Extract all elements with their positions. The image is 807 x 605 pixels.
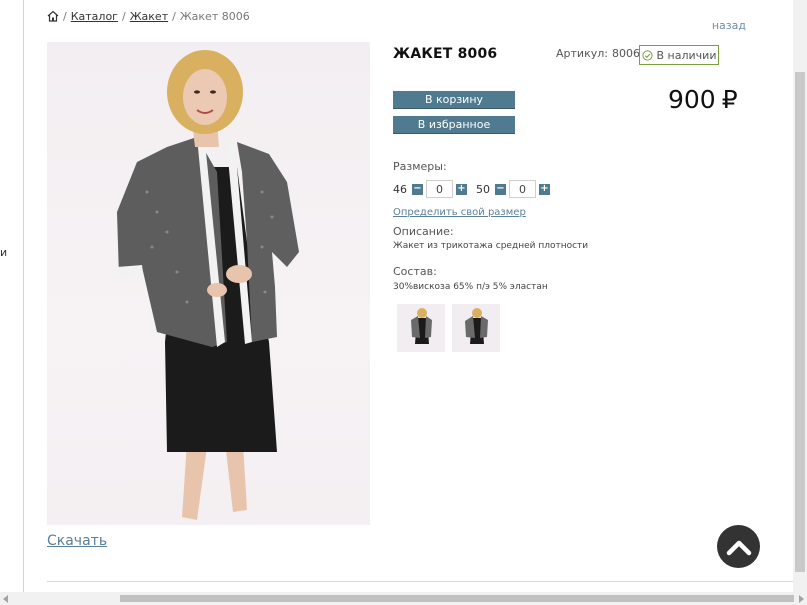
stock-badge: В наличии [639, 45, 719, 65]
product-thumbnail[interactable] [397, 304, 445, 352]
size-selector-46: 46 − 0 + [393, 179, 467, 199]
product-photo[interactable] [47, 42, 370, 525]
sku-label: Артикул: [556, 47, 608, 60]
product-title: ЖАКЕТ 8006 [393, 46, 498, 62]
plus-icon[interactable]: + [539, 183, 550, 195]
price: 900 ₽ [668, 85, 738, 114]
breadcrumb-jacket-link[interactable]: Жакет [130, 10, 168, 23]
composition-label: Состав: [393, 265, 437, 278]
clipped-edge-text: и [0, 246, 8, 259]
currency-sign: ₽ [721, 85, 738, 114]
product-thumbnail[interactable] [452, 304, 500, 352]
stock-text: В наличии [656, 48, 717, 62]
breadcrumb: / Каталог / Жакет / Жакет 8006 [47, 8, 250, 24]
breadcrumb-catalog-link[interactable]: Каталог [71, 10, 118, 23]
description-text: Жакет из трикотажа средней плотности [393, 241, 589, 251]
price-value: 900 [668, 85, 716, 114]
size-guide-link[interactable]: Определить свой размер [393, 207, 526, 218]
sku-value: 8006 [611, 47, 640, 60]
quantity-input[interactable]: 0 [509, 180, 536, 198]
home-icon[interactable] [47, 10, 59, 22]
download-link[interactable]: Скачать [47, 533, 107, 549]
breadcrumb-separator: / [63, 9, 67, 23]
minus-icon[interactable]: − [412, 183, 423, 195]
size-number: 50 [476, 182, 490, 196]
horizontal-scrollbar-thumb[interactable] [120, 595, 794, 602]
add-to-cart-button[interactable]: В корзину [393, 91, 515, 108]
bottom-divider [47, 581, 793, 582]
breadcrumb-separator: / [172, 9, 176, 23]
description-label: Описание: [393, 225, 454, 238]
size-number: 46 [393, 182, 407, 196]
scroll-left-arrow-icon[interactable] [3, 595, 8, 603]
back-link[interactable]: назад [712, 19, 746, 32]
left-divider [23, 0, 24, 592]
scroll-right-arrow-icon[interactable] [799, 595, 804, 603]
scroll-to-top-button[interactable] [717, 525, 760, 568]
chevron-up-icon [726, 538, 752, 556]
composition-text: 30%вискоза 65% п/э 5% эластан [393, 282, 548, 292]
check-circle-icon [641, 49, 657, 61]
quantity-input[interactable]: 0 [426, 180, 453, 198]
breadcrumb-separator: / [121, 9, 126, 23]
add-to-favorites-button[interactable]: В избранное [393, 116, 515, 133]
size-selector-50: 50 − 0 + [476, 179, 550, 199]
breadcrumb-current: Жакет 8006 [179, 9, 250, 23]
vertical-scrollbar-thumb[interactable] [795, 72, 805, 572]
sku: Артикул: 8006 [556, 47, 640, 60]
product-page: и / Каталог / Жакет / Жакет 8006 назад С… [0, 0, 807, 605]
minus-icon[interactable]: − [495, 183, 506, 195]
plus-icon[interactable]: + [456, 183, 467, 195]
vertical-scrollbar[interactable] [793, 0, 807, 592]
horizontal-scrollbar[interactable] [0, 592, 807, 605]
sizes-label: Размеры: [393, 160, 447, 173]
